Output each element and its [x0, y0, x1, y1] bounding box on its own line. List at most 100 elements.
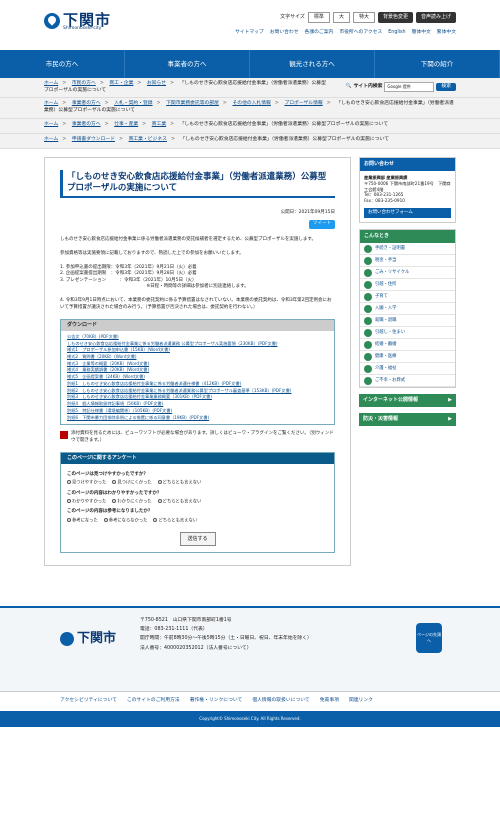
crumb-link[interactable]: ホーム: [44, 81, 58, 86]
read-aloud-button[interactable]: 音声読み上げ: [415, 12, 456, 23]
crumb-link[interactable]: 事業者の方へ: [72, 101, 101, 106]
site-footer: 下関市 〒750-8521 山口県下関市南部町1番1号 電話：083-231-1…: [0, 606, 500, 692]
radio-icon: [103, 517, 108, 522]
crumb-link[interactable]: 下関市業務委託等の部屋: [166, 101, 219, 106]
crumb-link[interactable]: プロポーザル情報: [284, 101, 322, 106]
crumb-link[interactable]: その他の入札情報: [232, 101, 270, 106]
download-link[interactable]: 別紙1 しものせき安心飲食店応援給付金事業に係る労働者派遣仕様書（412KB）(…: [67, 381, 328, 388]
page-top-button[interactable]: ページの先頭へ: [416, 623, 442, 654]
nav-citizens[interactable]: 市民の方へ: [0, 50, 125, 78]
internet-info-link[interactable]: インターネット公開情報 ▶: [359, 394, 456, 408]
konna-label: 引越し・住まい: [375, 329, 406, 335]
konna-label: 手続き・証明書: [375, 245, 406, 251]
bousai-link[interactable]: 防災・災害情報 ▶: [359, 413, 456, 427]
radio-label: 参考になった: [72, 518, 98, 524]
tweet-button[interactable]: ツイート: [309, 220, 335, 229]
footer-link[interactable]: 著作権・リンクについて: [190, 698, 243, 705]
survey-radio[interactable]: わかりにくかった: [112, 498, 152, 506]
survey-radio[interactable]: わかりやすかった: [67, 498, 106, 506]
konna-item[interactable]: 手続き・証明書: [360, 243, 455, 256]
konna-item[interactable]: 健康・医療: [360, 351, 455, 364]
crumb-link[interactable]: ホーム: [44, 137, 58, 142]
reader-note-text[interactable]: 添付資料を見るためには、ビューワソフトが必要な場合があります。詳しくはビューワ・…: [71, 431, 335, 444]
konna-item[interactable]: 就職・退職: [360, 315, 455, 328]
recycle-icon: [364, 268, 372, 277]
crumb-link[interactable]: 仕事・産業: [114, 122, 138, 127]
chinese-traditional-link[interactable]: 繁体中文: [437, 30, 456, 37]
radio-icon: [67, 480, 71, 485]
crumb-link[interactable]: 市民の方へ: [72, 81, 96, 86]
font-xlarge-button[interactable]: 特大: [352, 12, 375, 23]
konna-item[interactable]: 介護・福祉: [360, 363, 455, 376]
nav-tourism[interactable]: 観光される方へ: [250, 50, 375, 78]
footer-link[interactable]: アクセシビリティについて: [60, 698, 117, 705]
contact-form-button[interactable]: お問い合わせフォーム: [364, 208, 451, 219]
footer-link[interactable]: 免責事項: [320, 698, 339, 705]
download-link[interactable]: 別紙6 下関市暴力団排除条例による措置に係る同意書（19KB）(PDF文書): [67, 415, 328, 422]
konna-item[interactable]: 税金・手当: [360, 255, 455, 268]
crumb-link[interactable]: 商工・企業: [109, 81, 133, 86]
survey-radio[interactable]: 見つけやすかった: [67, 480, 106, 487]
footer-link[interactable]: 関連リンク: [349, 698, 373, 705]
footer-logo: 下関市: [60, 630, 116, 648]
footer-link[interactable]: このサイトのご利用方法: [127, 698, 180, 705]
survey-radio[interactable]: 参考にならなかった: [103, 517, 147, 525]
chevron-right-icon: ▶: [448, 416, 452, 423]
departments-link[interactable]: 各課のご案内: [305, 30, 334, 37]
download-heading: ダウンロード: [61, 319, 334, 331]
crumb-link[interactable]: 商工業: [152, 122, 166, 127]
nav-about[interactable]: 下関の紹介: [375, 50, 500, 78]
access-link[interactable]: 市役所へのアクセス: [339, 30, 382, 37]
font-normal-button[interactable]: 標準: [307, 12, 330, 23]
site-logo[interactable]: 下関市 Shimonoseki-city: [44, 10, 111, 31]
chinese-simplified-link[interactable]: 簡体中文: [412, 30, 431, 37]
survey-radio[interactable]: 見つけにくかった: [112, 480, 152, 487]
survey-radio[interactable]: 参考になった: [67, 517, 98, 525]
header-links: サイトマップ お問い合わせ 各課のご案内 市役所へのアクセス English 簡…: [235, 30, 456, 37]
contact-box: お問い合わせ 産業振興部 産業振興課 〒750-0006 下関市南部町21番19…: [359, 156, 456, 224]
city-emblem-icon: [44, 12, 60, 29]
konna-item[interactable]: ごみ・リサイクル: [360, 267, 455, 280]
crumb-link[interactable]: 商工業・ビジネス: [129, 137, 167, 142]
crumb-link[interactable]: ホーム: [44, 122, 58, 127]
contact-address: 〒750-0006 下関市南部町21番19号 下関商工会館4階: [364, 180, 451, 192]
nav-business[interactable]: 事業者の方へ: [125, 50, 250, 78]
color-change-button[interactable]: 背景色変更: [377, 12, 413, 23]
download-link[interactable]: 公告文（70KB）(PDF文書): [67, 334, 328, 341]
crumb-current: 「しものせき安心飲食店応援給付金事業」（労働者派遣業務）公募型プロポーザルの実施…: [180, 136, 389, 142]
contact-body: 産業振興部 産業振興課 〒750-0006 下関市南部町21番19号 下関商工会…: [360, 171, 455, 223]
konna-item[interactable]: ご不幸・お葬式: [360, 375, 455, 388]
search-input[interactable]: Google 提供: [384, 82, 435, 92]
konna-item[interactable]: 引越・住所: [360, 279, 455, 292]
footer-link[interactable]: 個人情報の取扱いについて: [252, 698, 309, 705]
font-size-label: 文字サイズ: [280, 14, 305, 20]
survey-radio[interactable]: どちらとも言えない: [153, 517, 197, 525]
konna-label: 子育て: [375, 293, 388, 299]
contact-link[interactable]: お問い合わせ: [270, 30, 299, 37]
konna-item[interactable]: 入園・入学: [360, 303, 455, 316]
crumb-link[interactable]: 入札・契約・登録: [114, 101, 152, 106]
download-link[interactable]: 別紙5 特記仕様書（環境編関係）（105KB）(PDF文書): [67, 408, 328, 415]
download-link[interactable]: 様式5 企画提案書（24KB）(Word文書): [67, 374, 328, 381]
font-large-button[interactable]: 大: [332, 12, 350, 23]
crumb-link[interactable]: ホーム: [44, 101, 58, 106]
crumb-link[interactable]: 事業者の方へ: [72, 122, 101, 127]
crumb-link[interactable]: 申請書ダウンロード: [72, 137, 115, 142]
konna-item[interactable]: 結婚・離婚: [360, 339, 455, 352]
sitemap-link[interactable]: サイトマップ: [235, 30, 264, 37]
konna-item[interactable]: 引越し・住まい: [360, 327, 455, 340]
search-button[interactable]: 検索: [436, 82, 456, 92]
crumb-link[interactable]: お知らせ: [147, 81, 166, 86]
survey-radio[interactable]: どちらとも言えない: [157, 498, 201, 506]
survey-radio[interactable]: どちらとも言えない: [157, 480, 201, 487]
contact-heading: お問い合わせ: [360, 157, 455, 171]
medical-icon: [364, 352, 372, 361]
english-link[interactable]: English: [388, 30, 405, 37]
tax-icon: [364, 256, 372, 265]
survey-submit-button[interactable]: 送信する: [179, 532, 216, 547]
konna-item[interactable]: 子育て: [360, 291, 455, 304]
article: 「しものせき安心飲食店応援給付金事業」（労働者派遣業務）公募型プロポーザルの実施…: [44, 156, 351, 567]
download-link[interactable]: 様式2 質問書（20KB）(Word文書): [67, 354, 328, 361]
download-link[interactable]: 別紙4 個人情報取扱特記事項（56KB）(PDF文書): [67, 401, 328, 408]
internet-info-label: インターネット公開情報: [363, 397, 419, 404]
